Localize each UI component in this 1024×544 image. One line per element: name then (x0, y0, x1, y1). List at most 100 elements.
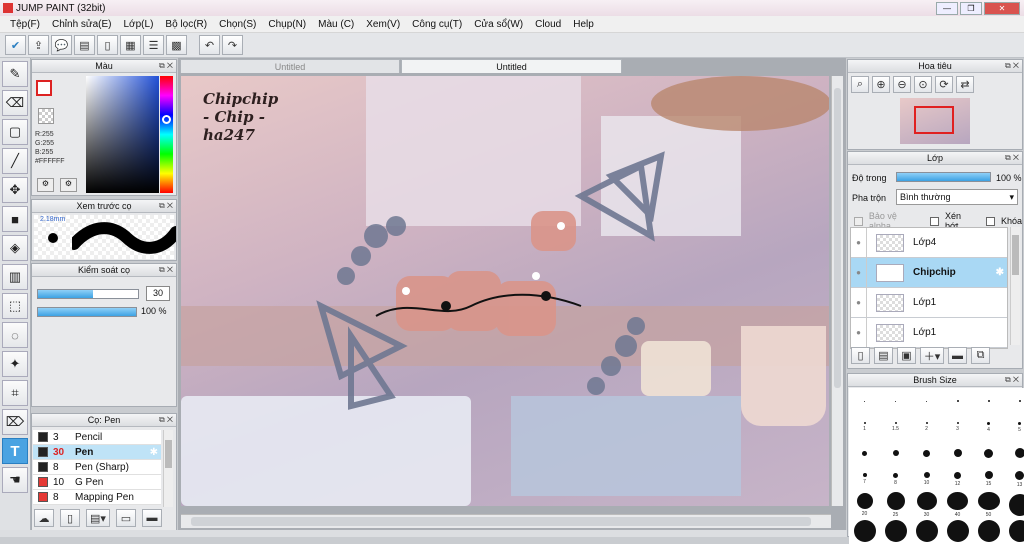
cloud-download-icon[interactable]: ☁ (34, 509, 54, 527)
brush-size-cell[interactable] (1004, 440, 1024, 466)
brush-size-cell[interactable]: 13 (1004, 466, 1024, 492)
tab-untitled-2[interactable]: Untitled (401, 59, 622, 73)
menu-window[interactable]: Cửa sổ(W) (468, 19, 529, 30)
menu-capture[interactable]: Chụp(N) (262, 19, 312, 30)
brush-list-scrollbar[interactable] (163, 430, 173, 507)
brush-size-cell[interactable]: 12 (942, 466, 973, 492)
menu-view[interactable]: Xem(V) (360, 19, 406, 30)
brush-item[interactable]: 8Pen (Sharp) (33, 460, 161, 475)
brush-size-cell[interactable]: 5 (1004, 414, 1024, 440)
brush-size-cell[interactable]: 1.5 (880, 414, 911, 440)
menu-edit[interactable]: Chỉnh sửa(E) (46, 19, 118, 30)
gear-icon[interactable]: ✱ (150, 447, 158, 458)
brush-size-cell[interactable] (911, 388, 942, 414)
transparent-color-swatch[interactable] (38, 108, 54, 124)
hue-slider-handle[interactable] (162, 115, 171, 124)
brush-item[interactable]: 8Mapping Pen (33, 490, 161, 505)
panel-close-icon[interactable]: ⧉ ✕ (159, 201, 173, 211)
brush-tool-icon[interactable]: ✎ (2, 61, 28, 87)
brush-size-cell[interactable] (880, 388, 911, 414)
brush-opacity-slider[interactable] (37, 307, 137, 317)
select-pen-tool-icon[interactable]: ⌗ (2, 380, 28, 406)
canvas-horizontal-scrollbar[interactable] (181, 514, 831, 528)
layout-icon[interactable]: ▩ (166, 35, 187, 55)
brush-size-cell[interactable]: 50 (973, 492, 1004, 518)
grid-page-icon[interactable]: ▦ (120, 35, 141, 55)
layer-list-scrollbar[interactable] (1010, 227, 1020, 345)
maximize-button[interactable]: ❐ (960, 2, 982, 15)
zoom-out-icon[interactable]: ⊖ (893, 76, 911, 93)
menu-select[interactable]: Chọn(S) (213, 19, 262, 30)
visibility-icon[interactable]: ● (851, 258, 867, 288)
brush-size-cell[interactable]: 10 (911, 466, 942, 492)
brush-size-cell[interactable] (942, 440, 973, 466)
brush-size-cell[interactable] (1004, 518, 1024, 544)
color-mix-icon[interactable]: ⚙ (60, 178, 77, 192)
visibility-icon[interactable]: ● (851, 288, 867, 318)
brush-size-cell[interactable]: 4 (973, 414, 1004, 440)
brush-size-cell[interactable] (973, 518, 1004, 544)
brush-size-cell[interactable]: 7 (849, 466, 880, 492)
brush-size-cell[interactable] (942, 388, 973, 414)
brush-size-cell[interactable]: 3 (942, 414, 973, 440)
brush-size-cell[interactable]: 40 (942, 492, 973, 518)
saturation-value-picker[interactable] (86, 76, 159, 193)
flip-icon[interactable]: ⇄ (956, 76, 974, 93)
brush-size-cell[interactable]: 2 (911, 414, 942, 440)
zoom-fit-icon[interactable]: ⌕ (851, 76, 869, 93)
bucket-tool-icon[interactable]: ◈ (2, 235, 28, 261)
brush-size-cell[interactable] (1004, 492, 1024, 518)
navigator-thumbnail[interactable] (900, 98, 970, 144)
layer-item[interactable]: ●Lớp1 (851, 288, 1007, 318)
check-icon[interactable]: ✔ (5, 35, 26, 55)
page-icon[interactable]: ▯ (97, 35, 118, 55)
brush-size-cell[interactable]: 8 (880, 466, 911, 492)
brush-size-cell[interactable] (911, 518, 942, 544)
visibility-icon[interactable]: ● (851, 228, 867, 258)
layer-item-selected[interactable]: ●Chipchip✱ (851, 258, 1007, 288)
brush-size-cell[interactable]: 15 (973, 466, 1004, 492)
panel-close-icon[interactable]: ⧉ ✕ (1005, 61, 1019, 71)
brush-size-cell[interactable] (880, 518, 911, 544)
panel-close-icon[interactable]: ⧉ ✕ (159, 265, 173, 275)
magic-wand-tool-icon[interactable]: ✦ (2, 351, 28, 377)
text-bubble-icon[interactable]: ▤ (74, 35, 95, 55)
brush-menu-icon[interactable]: ▤▾ (86, 509, 110, 527)
brush-settings-icon[interactable]: ▭ (116, 509, 136, 527)
protect-alpha-checkbox[interactable] (854, 217, 863, 226)
gear-icon[interactable]: ✱ (996, 267, 1004, 278)
menu-tools[interactable]: Công cụ(T) (406, 19, 468, 30)
primary-color-swatch[interactable] (36, 80, 52, 96)
brush-folder-icon[interactable]: ▬ (142, 509, 162, 527)
brush-size-cell[interactable] (942, 518, 973, 544)
brush-size-cell[interactable] (973, 440, 1004, 466)
hue-slider[interactable] (160, 76, 173, 193)
duplicate-layer-icon[interactable]: ⧉ (971, 347, 990, 364)
menu-file[interactable]: Tệp(F) (4, 19, 46, 30)
speech-bubble-icon[interactable]: 💬 (51, 35, 72, 55)
layer-item[interactable]: ●Lớp1 (851, 318, 1007, 348)
brush-size-cell[interactable] (849, 440, 880, 466)
brush-size-cell[interactable] (911, 440, 942, 466)
zoom-actual-icon[interactable]: ⊙ (914, 76, 932, 93)
export-icon[interactable]: ⇪ (28, 35, 49, 55)
canvas-artwork[interactable]: Chipchip - Chip - ha247 (181, 76, 829, 506)
select-rect-tool-icon[interactable]: ⬚ (2, 293, 28, 319)
visibility-icon[interactable]: ● (851, 318, 867, 348)
menu-color[interactable]: Màu (C) (312, 19, 360, 30)
canvas-vertical-scrollbar[interactable] (831, 76, 843, 506)
fill-rect-tool-icon[interactable]: ■ (2, 206, 28, 232)
brush-size-cell[interactable] (1004, 388, 1024, 414)
line-tool-icon[interactable]: ╱ (2, 148, 28, 174)
navigator-viewport[interactable] (914, 106, 954, 134)
new-brush-icon[interactable]: ▯ (60, 509, 80, 527)
brush-item-selected[interactable]: 30Pen✱ (33, 445, 161, 460)
redo-icon[interactable]: ↷ (222, 35, 243, 55)
color-wheel-icon[interactable]: ⚙ (37, 178, 54, 192)
minimize-button[interactable]: — (936, 2, 958, 15)
clipping-checkbox[interactable] (930, 217, 939, 226)
brush-size-cell[interactable]: 25 (880, 492, 911, 518)
brush-size-input[interactable]: 30 (146, 286, 170, 301)
menu-cloud[interactable]: Cloud (529, 19, 567, 30)
panel-close-icon[interactable]: ⧉ ✕ (1005, 375, 1019, 385)
